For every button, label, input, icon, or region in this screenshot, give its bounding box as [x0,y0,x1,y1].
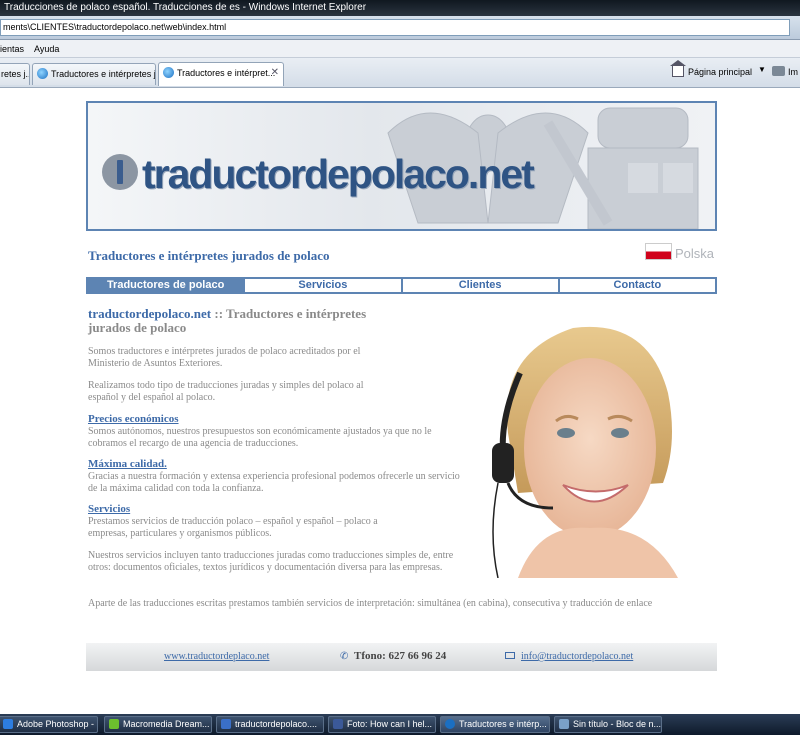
polska-label: Polska [675,246,715,261]
main-title: traductordepolaco.net :: Traductores e i… [88,307,398,335]
home-button[interactable]: Página principal [670,60,753,79]
address-input[interactable]: ments\CLIENTES\traductordepolaco.net\web… [0,19,790,36]
ie-icon [163,67,174,78]
calidad-text: Gracias a nuestra formación y extensa ex… [88,471,460,494]
close-tab-icon[interactable]: ✕ [271,63,279,83]
menu-item-help[interactable]: Ayuda [34,44,59,54]
logo-icon [102,154,138,190]
print-button[interactable]: Im [772,65,798,79]
taskbar-label: Traductores e intérp... [459,719,547,729]
footer-email-link[interactable]: info@traductordepolaco.net [521,651,633,662]
tab-3-active[interactable]: Traductores e intérpret... ✕ [158,62,284,86]
taskbar-label: Foto: How can I hel... [347,719,433,729]
taskbar-item-photoshop[interactable]: Adobe Photoshop - ... [0,716,98,733]
photoshop-icon [3,719,13,729]
main-title-site: traductordepolaco.net [88,306,212,321]
servicios-text-2: Nuestros servicios incluyen tanto traduc… [88,550,454,573]
taskbar-label: Macromedia Dream... [123,719,210,729]
tab-bar: retes j... Traductores e intérpretes j..… [0,58,800,88]
tab-1[interactable]: retes j... [0,63,30,85]
intro-paragraph-1: Somos traductores e intérpretes jurados … [88,346,361,369]
main-nav: Traductores de polaco Servicios Clientes… [86,277,717,294]
operator-photo [492,326,678,578]
mail-icon [505,652,515,659]
phone-icon: ✆ [340,651,349,662]
precios-text: Somos autónomos, nuestros presupuestos s… [88,426,432,449]
calidad-link[interactable]: Máxima calidad. [88,458,167,470]
chevron-down-icon[interactable]: ▼ [758,65,766,74]
browser-icon [333,719,343,729]
nav-servicios[interactable]: Servicios [243,279,400,292]
tab-2[interactable]: Traductores e intérpretes j... [32,63,156,85]
precios-link[interactable]: Precios económicos [88,413,179,425]
home-icon [670,60,686,77]
document-icon [221,719,231,729]
dreamweaver-icon [109,719,119,729]
page-subtitle: Traductores e intérpretes jurados de pol… [88,248,330,263]
address-bar: ments\CLIENTES\traductordepolaco.net\web… [0,16,800,40]
nav-contacto[interactable]: Contacto [557,279,715,292]
taskbar-item-ie-active[interactable]: Traductores e intérp... [440,716,550,733]
menu-item-tools[interactable]: ientas [0,44,24,54]
header-banner: traductordepolaco.net [86,101,717,231]
tab-label: retes j... [1,69,30,79]
banner-title: traductordepolaco.net [142,151,535,197]
interpretacion-text: Aparte de las traducciones escritas pres… [88,598,653,609]
taskbar-label: Sin título - Bloc de n... [573,719,662,729]
ie-icon [445,719,455,729]
menu-bar: ientas Ayuda [0,40,800,58]
taskbar: Adobe Photoshop - ... Macromedia Dream..… [0,714,800,735]
ie-icon [37,68,48,79]
screen: Traducciones de polaco español. Traducci… [0,0,800,735]
nav-traductores[interactable]: Traductores de polaco [88,279,244,292]
footer-phone: Tfono: 627 66 96 24 [354,650,447,662]
footer: www.traductordeplaco.net ✆ Tfono: 627 66… [86,643,717,671]
tab-label: Traductores e intérpretes j... [51,69,156,79]
taskbar-item-notepad[interactable]: Sin título - Bloc de n... [554,716,662,733]
home-label: Página principal [688,67,753,77]
servicios-text: Prestamos servicios de traducción polaco… [88,516,378,539]
taskbar-label: Adobe Photoshop - ... [17,719,98,729]
tab-label: Traductores e intérpret... [177,68,276,78]
page-viewport: traductordepolaco.net Traductores e inté… [0,88,800,714]
notepad-icon [559,719,569,729]
nav-clientes[interactable]: Clientes [400,279,558,292]
print-icon [772,66,785,76]
taskbar-item-dreamweaver[interactable]: Macromedia Dream... [104,716,212,733]
taskbar-item-facebook[interactable]: Foto: How can I hel... [328,716,436,733]
intro-paragraph-2: Realizamos todo tipo de traducciones jur… [88,380,364,403]
print-label: Im [788,67,798,77]
poland-flag-icon [645,243,672,260]
servicios-link[interactable]: Servicios [88,503,130,515]
window-title: Traducciones de polaco español. Traducci… [0,0,800,16]
footer-website-link[interactable]: www.traductordeplaco.net [164,651,269,662]
taskbar-label: traductordepolaco.... [235,719,318,729]
taskbar-item-folder[interactable]: traductordepolaco.... [216,716,324,733]
